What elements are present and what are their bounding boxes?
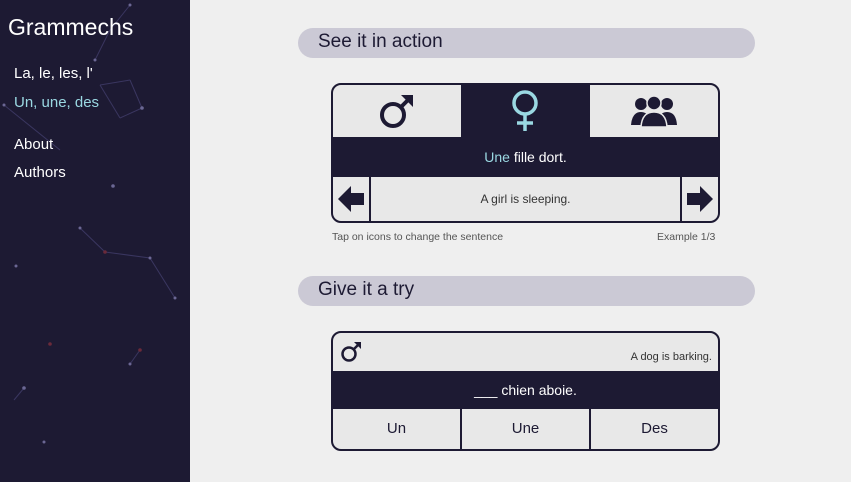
section-title: See it in action	[318, 31, 443, 52]
app-title: Grammechs	[8, 14, 134, 40]
sentence-rest: fille dort.	[509, 149, 567, 165]
section-header-try: Give it a try	[298, 276, 755, 306]
sentence-article: Une	[484, 149, 510, 165]
answer-choices: Un Une Des	[333, 409, 718, 449]
choice-une-button[interactable]: Une	[460, 409, 589, 449]
hint-text: Tap on icons to change the sentence	[332, 231, 504, 243]
exercise-sentence: ___ chien aboie.	[474, 382, 577, 398]
tab-plural[interactable]	[589, 85, 718, 137]
sidebar-item-about[interactable]: About	[14, 136, 53, 153]
sidebar-item-articles-indefinite[interactable]: Un, une, des	[14, 94, 99, 111]
example-counter: Example 1/3	[657, 231, 716, 243]
choice-des-button[interactable]: Des	[589, 409, 718, 449]
sidebar-item-articles-definite[interactable]: La, le, les, l'	[14, 65, 93, 82]
main-content: See it in action Une fille dort. A girl …	[190, 0, 851, 482]
gender-tabs	[333, 85, 718, 137]
group-icon	[630, 95, 677, 127]
male-symbol-icon	[341, 342, 361, 362]
example-sentence: Une fille dort.	[333, 137, 718, 177]
exercise-card: A dog is barking. ___ chien aboie. Un Un…	[331, 331, 720, 451]
arrow-right-icon	[687, 186, 713, 212]
arrow-left-icon	[338, 186, 364, 212]
female-symbol-icon	[512, 90, 539, 131]
section-title: Give it a try	[318, 279, 415, 300]
tab-masculine[interactable]	[333, 85, 462, 137]
exercise-english: A dog is barking.	[630, 351, 712, 363]
choice-un-button[interactable]: Un	[333, 409, 460, 449]
example-navigation: A girl is sleeping.	[333, 177, 718, 221]
sidebar-item-authors[interactable]: Authors	[14, 164, 66, 181]
translation-text: A girl is sleeping.	[371, 177, 680, 221]
sidebar: Grammechs La, le, les, l' Un, une, des A…	[0, 0, 190, 482]
example-card: Une fille dort. A girl is sleeping.	[331, 83, 720, 223]
tab-feminine[interactable]	[461, 85, 590, 137]
male-symbol-icon	[380, 95, 414, 128]
next-example-button[interactable]	[682, 177, 718, 221]
previous-example-button[interactable]	[333, 177, 369, 221]
exercise-prompt: A dog is barking.	[333, 333, 718, 371]
section-header-action: See it in action	[298, 28, 755, 58]
